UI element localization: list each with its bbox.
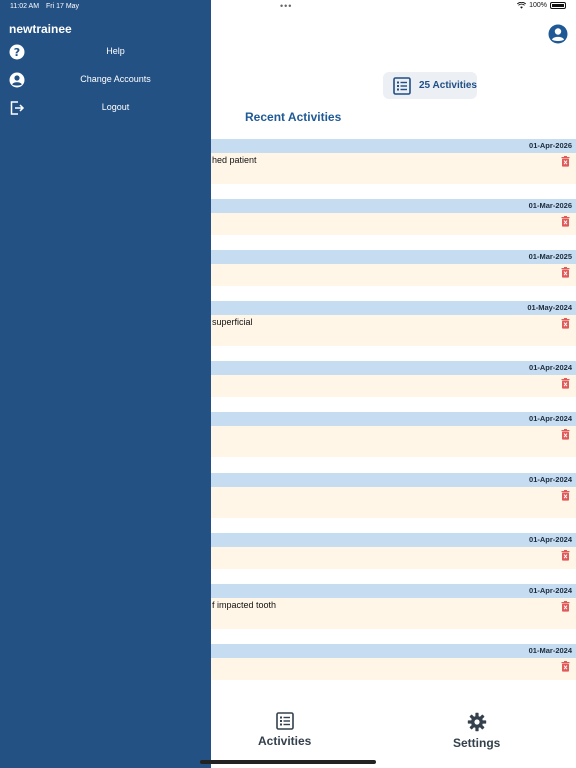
trash-icon[interactable] (561, 378, 570, 389)
activity-date: 01-Apr-2024 (529, 363, 572, 372)
activities-count-button[interactable]: 25 Activities (383, 72, 477, 99)
gear-icon (467, 712, 486, 732)
trash-icon[interactable] (561, 429, 570, 440)
activity-description: superficial (212, 317, 253, 327)
side-drawer: newtrainee ? Help Change Accounts Logout (0, 0, 211, 768)
activity-date: 01-Mar-2024 (528, 646, 572, 655)
drawer-username: newtrainee (9, 22, 72, 36)
profile-icon[interactable] (548, 24, 568, 44)
tab-settings-label: Settings (453, 736, 501, 750)
recent-activities-title: Recent Activities (245, 110, 342, 124)
trash-icon[interactable] (561, 490, 570, 501)
list-icon (393, 76, 411, 95)
activity-date: 01-Apr-2024 (529, 535, 572, 544)
home-indicator[interactable] (200, 760, 376, 764)
trash-icon[interactable] (561, 661, 570, 672)
trash-icon[interactable] (561, 601, 570, 612)
drawer-item-logout-label: Logout (101, 102, 130, 112)
activity-date: 01-Mar-2025 (528, 252, 572, 261)
drawer-item-change-accounts-label: Change Accounts (80, 74, 151, 84)
activity-date: 01-Mar-2026 (528, 201, 572, 210)
tab-activities-label: Activities (258, 734, 312, 748)
activity-date: 01-Apr-2024 (529, 586, 572, 595)
trash-icon[interactable] (561, 318, 570, 329)
trash-icon[interactable] (561, 216, 570, 227)
drawer-item-help[interactable]: ? Help (0, 42, 211, 62)
drawer-item-logout[interactable]: Logout (0, 98, 211, 118)
activity-description: f impacted tooth (212, 600, 277, 610)
tab-activities[interactable]: Activities (258, 712, 311, 748)
status-date: Fri 17 May (46, 3, 80, 10)
status-time: 11:02 AM (10, 3, 40, 10)
trash-icon[interactable] (561, 267, 570, 278)
drawer-item-change-accounts[interactable]: Change Accounts (0, 70, 211, 90)
activities-count: 25 Activities (419, 80, 477, 91)
list-icon (275, 712, 294, 730)
activity-date: 01-Apr-2024 (529, 414, 572, 423)
tab-settings[interactable]: Settings (453, 712, 500, 750)
activity-date: 01-Apr-2026 (529, 141, 572, 150)
activity-date: 01-May-2024 (527, 303, 572, 312)
trash-icon[interactable] (561, 550, 570, 561)
activity-description: hed patient (212, 155, 257, 165)
drawer-item-help-label: Help (106, 46, 125, 56)
trash-icon[interactable] (561, 156, 570, 167)
activity-date: 01-Apr-2024 (529, 475, 572, 484)
